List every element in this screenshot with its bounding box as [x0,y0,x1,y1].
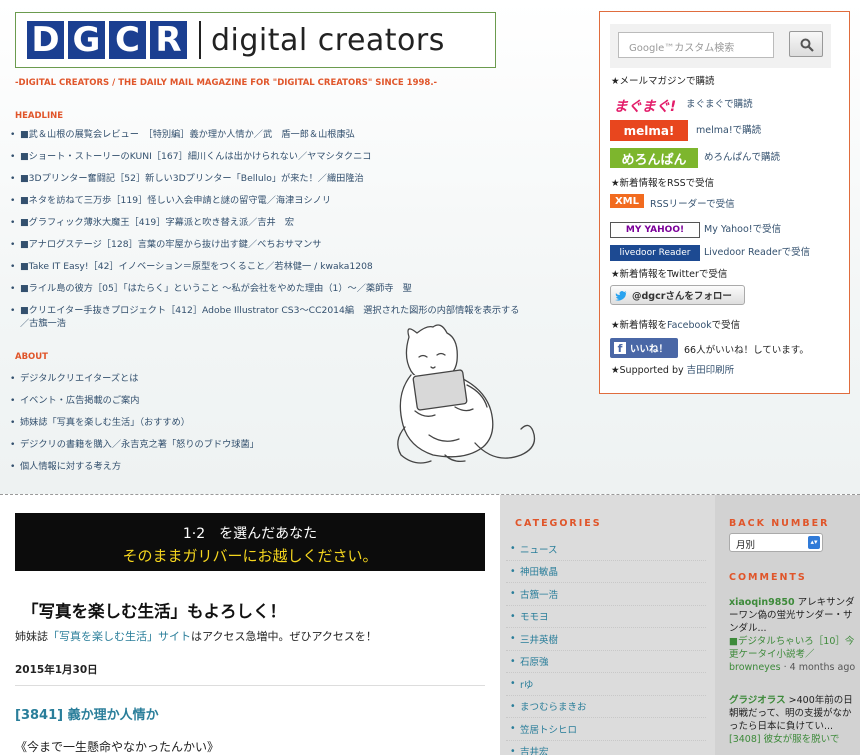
search-button[interactable] [789,31,823,57]
comment-author[interactable]: xiaoqin9850 [729,597,795,608]
facebook-heading-pre: ★新着情報を [611,320,668,331]
about-item[interactable]: • デジタルクリエイターズとは [8,372,308,385]
melma-link[interactable]: melma!で購読 [696,122,761,136]
about-list: • デジタルクリエイターズとは • イベント・広告掲載のご案内 • 姉妹誌「写真を楽し… [8,372,308,482]
headline-item[interactable]: • ■ネタを訪ねて三万歩［119］怪しい入会申請と謎の留守電／海津ヨシノリ [8,194,528,207]
cat-laptop-illustration [397,324,536,464]
promo-link[interactable]: 「写真を楽しむ生活」サイト [48,630,191,643]
headline-list: • ■武＆山根の展覧会レビュー ［特別編］義か理か人情か／武 盾一郎＆山根康弘 •… [8,128,528,339]
mag2-badge[interactable]: まぐまぐ! [610,96,680,115]
back-number-heading: BACK NUMBER [729,518,830,529]
comments-heading: COMMENTS [729,572,807,583]
chevron-updown-icon: ▴▾ [808,536,820,549]
twitter-follow-button[interactable]: @dgcrさんをフォロー [610,285,745,305]
headline-item[interactable]: • ■Take IT Easy!［42］イノベーション＝原型をつくること／若林健一… [8,260,528,273]
my-yahoo-link[interactable]: My Yahoo!で受信 [704,221,781,235]
facebook-like-button[interactable]: f いいね！ [610,338,678,358]
comment-item: グラジオラス >400年前の日朝戦だって、明の支援がなかったら日本に負けてい..… [729,694,857,746]
livedoor-link[interactable]: Livedoor Readerで受信 [704,244,810,258]
headline-item[interactable]: • ■アナログステージ［128］言葉の牢屋から抜け出す鍵／べちおサマンサ [8,238,528,251]
back-number-select-value: 月別 [736,540,756,551]
ad-banner-line1: 1·2 を選んだあなた [182,526,318,542]
headline-item[interactable]: • ■武＆山根の展覧会レビュー ［特別編］義か理か人情か／武 盾一郎＆山根康弘 [8,128,528,141]
post-date: 2015年1月30日 [15,662,485,686]
like-count: 66人がいいね！しています。 [684,345,809,356]
rss-heading: ★新着情報をRSSで受信 [611,178,715,189]
back-number-select[interactable]: 月別 ▴▾ [729,533,823,552]
post-quote: 《今まで一生懸命やなかったんかい》 [15,740,220,754]
headline-item[interactable]: • ■3Dプリンター奮闘記［52］新しい3Dプリンター「Bellulo」が来た！／… [8,172,528,185]
mail-heading: ★メールマガジンで購読 [611,76,715,87]
site-logo[interactable]: D G C R digital creators [15,12,496,68]
category-item[interactable]: • ニュース [506,538,706,561]
about-heading: ABOUT [15,352,48,362]
logo-wordmark: digital creators [211,22,445,58]
ad-banner-line2: そのままガリバーにお越しください。 [122,547,378,565]
xml-badge[interactable]: XML [610,194,644,208]
category-item[interactable]: • 吉井宏 [506,741,706,755]
subscribe-box: Google™カスタム検索 ★メールマガジンで購読 まぐまぐ! まぐまぐで購読 … [599,11,850,394]
logo-letter-c: C [109,21,146,59]
search-input[interactable]: Google™カスタム検索 [618,32,774,58]
category-item[interactable]: • rゆ [506,673,706,696]
category-item[interactable]: • 古籏一浩 [506,583,706,606]
headline-heading: HEADLINE [15,111,64,121]
categories-list: • ニュース • 神田敏晶 • 古籏一浩 • モモヨ • 三井英樹 • 石原強 • rゆ • ま… [506,538,706,755]
categories-panel: CATEGORIES • ニュース • 神田敏晶 • 古籏一浩 • モモヨ • 三井英樹 … [500,495,715,755]
comment-author[interactable]: グラジオラス [729,695,786,706]
logo-letter-d: D [27,21,64,59]
rss-link[interactable]: RSSリーダーで受信 [650,196,735,210]
melma-badge-label: melma! [623,123,675,138]
about-item[interactable]: • イベント・広告掲載のご案内 [8,394,308,407]
category-item[interactable]: • 神田敏晶 [506,561,706,583]
twitter-heading: ★新着情報をTwitterで受信 [611,269,728,280]
headline-item[interactable]: • ■ライル島の彼方［05］「はたらく」ということ 〜私が会社をやめた理由（1）〜… [8,282,528,295]
supported-by-link[interactable]: 吉田印刷所 [687,365,735,376]
twitter-bird-icon [615,290,627,301]
logo-letter-g: G [68,21,105,59]
comment-post-link[interactable]: [3408] 彼女が服を脱いで [729,734,839,745]
right-panel: BACK NUMBER 月別 ▴▾ COMMENTS xiaoqin9850 ア… [715,495,860,755]
logo-separator [199,21,201,59]
about-item[interactable]: • 個人情報に対する考え方 [8,460,308,473]
promo-text-post: はアクセス急増中。ぜひアクセスを！ [191,630,377,643]
supported-by: ★Supported by 吉田印刷所 [611,362,734,376]
logo-letter-r: R [150,21,187,59]
supported-by-label: ★Supported by [611,365,687,376]
about-item[interactable]: • デジクリの書籍を購入／永吉克之著「怒りのブドウ球菌」 [8,438,308,451]
main-content: 1·2 を選んだあなた そのままガリバーにお越しください。 「写真を楽しむ生活」… [0,495,500,755]
category-item[interactable]: • まつむらまきお [506,696,706,718]
search-area: Google™カスタム検索 [610,24,831,68]
ad-banner[interactable]: 1·2 を選んだあなた そのままガリバーにお越しください。 [15,513,485,571]
my-yahoo-badge[interactable]: MY YAHOO! [610,222,700,238]
category-item[interactable]: • 石原強 [506,651,706,673]
headline-item[interactable]: • ■グラフィック薄氷大魔王［419］字幕派と吹き替え派／吉井 宏 [8,216,528,229]
melma-badge[interactable]: melma! [610,120,688,141]
like-label: いいね！ [630,344,669,355]
post-title[interactable]: [3841] 義か理か人情か [15,704,159,723]
melonpan-badge[interactable]: めろんぱん [610,148,698,168]
twitter-follow-label: @dgcrさんをフォロー [632,291,732,302]
promo-text-pre: 姉妹誌 [15,630,48,643]
promo-title: 「写真を楽しむ生活」もよろしく！ [22,602,286,621]
mag2-link[interactable]: まぐまぐで購読 [686,96,753,110]
comment-time: · 4 months ago [780,662,856,673]
category-item[interactable]: • 三井英樹 [506,628,706,651]
facebook-heading-post: で受信 [711,320,741,331]
headline-item[interactable]: • ■ショート・ストーリーのKUNI［167］細川くんは出かけられない／ヤマシタク… [8,150,528,163]
about-item[interactable]: • 姉妹誌「写真を楽しむ生活」（おすすめ） [8,416,308,429]
livedoor-badge[interactable]: livedoor Reader [610,245,700,261]
search-icon [800,38,814,52]
category-item[interactable]: • モモヨ [506,606,706,628]
site-tagline: -DIGITAL CREATORS / THE DAILY MAIL MAGAZ… [15,78,438,88]
facebook-heading: ★新着情報をFacebookで受信 [611,317,740,331]
melonpan-link[interactable]: めろんぱんで購読 [704,149,780,163]
top-area: D G C R digital creators -DIGITAL CREATO… [0,0,860,494]
promo-text: 姉妹誌「写真を楽しむ生活」サイトはアクセス急増中。ぜひアクセスを！ [15,628,377,644]
category-item[interactable]: • 笠居トシヒロ [506,718,706,741]
facebook-icon: f [614,342,626,355]
comment-item: xiaoqin9850 アレキサンダーワン偽の蛍光サンダー・サンダル... ■デ… [729,596,857,674]
facebook-link[interactable]: Facebook [667,320,712,331]
categories-heading: CATEGORIES [515,518,602,529]
